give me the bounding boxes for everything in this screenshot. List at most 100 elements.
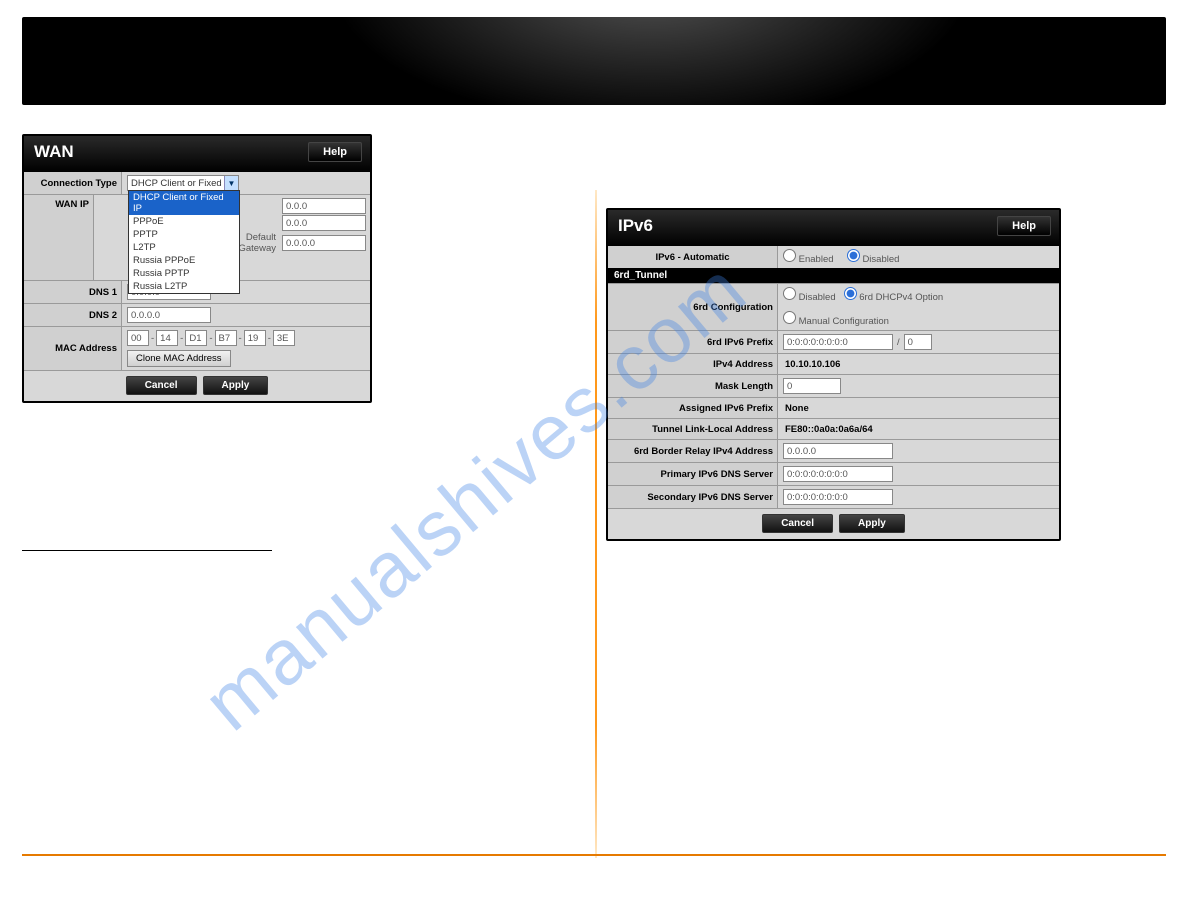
mac-octet-input[interactable] [244, 330, 266, 346]
mac-octet-input[interactable] [127, 330, 149, 346]
left-column: WAN Help Connection Type DHCP Client or … [22, 130, 582, 878]
dropdown-option[interactable]: L2TP [129, 241, 239, 254]
right-column: IPv6 Help IPv6 - Automatic Enabled Disab… [606, 130, 1166, 878]
wan-ip-input[interactable] [282, 215, 366, 231]
wan-ip-input[interactable] [282, 198, 366, 214]
wan-panel-header: WAN Help [24, 136, 370, 172]
dns1-label: DNS 1 [24, 281, 122, 303]
footer-rule [22, 854, 1166, 856]
mac-octet-input[interactable] [156, 330, 178, 346]
mask-cell [778, 375, 1059, 397]
mac-octet-input[interactable] [273, 330, 295, 346]
default-gateway-input[interactable] [282, 235, 366, 251]
radio-label: Enabled [799, 254, 834, 265]
dns2-label: DNS 2 [24, 304, 122, 326]
cfg-cell: Disabled 6rd DHCPv4 Option Manual Config… [778, 284, 1059, 330]
column-divider [595, 190, 597, 858]
cfg-label: 6rd Configuration [608, 284, 778, 330]
mask-label: Mask Length [608, 375, 778, 397]
ipv6-auto-cell: Enabled Disabled [778, 246, 1059, 268]
tll-label: Tunnel Link-Local Address [608, 419, 778, 439]
ipv4-cell: 10.10.10.106 [778, 354, 1059, 374]
mask-row: Mask Length [608, 374, 1059, 397]
wan-panel: WAN Help Connection Type DHCP Client or … [22, 134, 372, 403]
dropdown-option[interactable]: Russia PPTP [129, 267, 239, 280]
wan-panel-title: WAN [34, 142, 74, 162]
cancel-button[interactable]: Cancel [762, 514, 833, 533]
connection-type-row: Connection Type DHCP Client or Fixed IP … [24, 172, 370, 194]
clone-mac-button[interactable]: Clone MAC Address [127, 350, 231, 367]
mac-octet-input[interactable] [185, 330, 207, 346]
ipv4-value: 10.10.10.106 [783, 359, 840, 370]
prefix-cell: / [778, 331, 1059, 353]
dropdown-option[interactable]: DHCP Client or Fixed IP [129, 191, 239, 215]
pdns-input[interactable] [783, 466, 893, 482]
dns2-input[interactable] [127, 307, 211, 323]
dns2-row: DNS 2 [24, 303, 370, 326]
sdns-cell [778, 486, 1059, 508]
help-button[interactable]: Help [997, 216, 1051, 236]
prefix-input[interactable] [783, 334, 893, 350]
ipv4-label: IPv4 Address [608, 354, 778, 374]
assigned-row: Assigned IPv6 Prefix None [608, 397, 1059, 418]
connection-type-label: Connection Type [24, 172, 122, 194]
tll-cell: FE80::0a0a:0a6a/64 [778, 419, 1059, 439]
ipv6-auto-label: IPv6 - Automatic [608, 246, 778, 268]
sdns-label: Secondary IPv6 DNS Server [608, 486, 778, 508]
sdns-input[interactable] [783, 489, 893, 505]
tll-row: Tunnel Link-Local Address FE80::0a0a:0a6… [608, 418, 1059, 439]
cfg-dhcp-option[interactable]: 6rd DHCPv4 Option [844, 287, 944, 303]
assigned-label: Assigned IPv6 Prefix [608, 398, 778, 418]
connection-type-selected: DHCP Client or Fixed IP [131, 178, 233, 189]
prefix-label: 6rd IPv6 Prefix [608, 331, 778, 353]
page-header-banner [22, 17, 1166, 105]
ipv4-row: IPv4 Address 10.10.10.106 [608, 353, 1059, 374]
mac-octet-input[interactable] [215, 330, 237, 346]
mac-row: MAC Address - - - - - Clone MAC Address [24, 326, 370, 370]
ipv6-button-row: Cancel Apply [608, 508, 1059, 539]
dns2-cell [122, 304, 370, 326]
wan-button-row: Cancel Apply [24, 370, 370, 401]
apply-button[interactable]: Apply [839, 514, 905, 533]
connection-type-cell: DHCP Client or Fixed IP ▼ DHCP Client or… [122, 172, 370, 194]
connection-type-dropdown[interactable]: DHCP Client or Fixed IP ▼ DHCP Client or… [127, 175, 239, 191]
dropdown-option[interactable]: PPPoE [129, 215, 239, 228]
dropdown-option[interactable]: Russia PPPoE [129, 254, 239, 267]
relay-row: 6rd Border Relay IPv4 Address [608, 439, 1059, 462]
ipv6-auto-enabled-option[interactable]: Enabled [783, 249, 834, 265]
cancel-button[interactable]: Cancel [126, 376, 197, 395]
radio-label: Manual Configuration [799, 316, 889, 327]
mac-cell: - - - - - Clone MAC Address [122, 327, 370, 370]
pdns-row: Primary IPv6 DNS Server [608, 462, 1059, 485]
relay-input[interactable] [783, 443, 893, 459]
wan-panel-body: Connection Type DHCP Client or Fixed IP … [24, 172, 370, 401]
sdns-row: Secondary IPv6 DNS Server [608, 485, 1059, 508]
wan-ip-label: WAN IP [24, 195, 94, 280]
mask-input[interactable] [783, 378, 841, 394]
ipv6-auto-row: IPv6 - Automatic Enabled Disabled [608, 246, 1059, 268]
cfg-disabled-option[interactable]: Disabled [783, 287, 836, 303]
help-button[interactable]: Help [308, 142, 362, 162]
ipv6-panel-title: IPv6 [618, 216, 653, 236]
radio-label: Disabled [862, 254, 899, 265]
ipv6-auto-disabled-option[interactable]: Disabled [847, 249, 900, 265]
relay-cell [778, 440, 1059, 462]
apply-button[interactable]: Apply [203, 376, 269, 395]
assigned-cell: None [778, 398, 1059, 418]
ipv6-panel-body: IPv6 - Automatic Enabled Disabled 6rd_Tu… [608, 246, 1059, 539]
tll-value: FE80::0a0a:0a6a/64 [783, 424, 873, 435]
pdns-cell [778, 463, 1059, 485]
mac-label: MAC Address [24, 327, 122, 370]
prefix-length-input[interactable] [904, 334, 932, 350]
ipv6-panel-header: IPv6 Help [608, 210, 1059, 246]
dropdown-option[interactable]: PPTP [129, 228, 239, 241]
relay-label: 6rd Border Relay IPv4 Address [608, 440, 778, 462]
page-content: WAN Help Connection Type DHCP Client or … [22, 130, 1166, 878]
cfg-row: 6rd Configuration Disabled 6rd DHCPv4 Op… [608, 283, 1059, 330]
cfg-manual-option[interactable]: Manual Configuration [783, 311, 889, 327]
pdns-label: Primary IPv6 DNS Server [608, 463, 778, 485]
dropdown-option[interactable]: Russia L2TP [129, 280, 239, 293]
ipv6-panel: IPv6 Help IPv6 - Automatic Enabled Disab… [606, 208, 1061, 541]
radio-label: Disabled [799, 292, 836, 303]
ipv6-section-6rd: 6rd_Tunnel [608, 268, 1059, 283]
